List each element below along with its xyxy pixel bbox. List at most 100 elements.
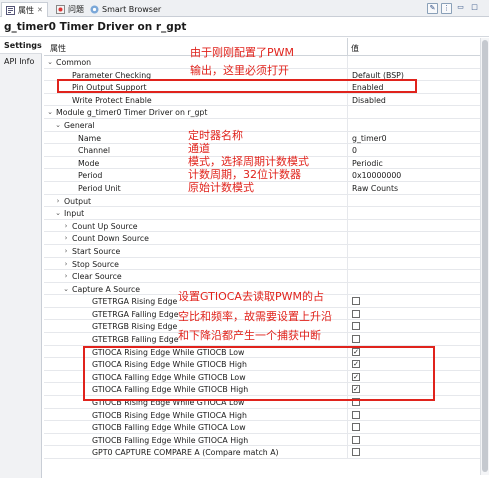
close-icon[interactable]: ✕ bbox=[37, 6, 43, 14]
cell-divider bbox=[347, 181, 348, 194]
cell-divider bbox=[347, 169, 348, 181]
annotation-pwm-line2: 输出，这里必须打开 bbox=[190, 64, 289, 77]
cell-divider bbox=[347, 421, 348, 433]
side-tab-list: Settings API Info bbox=[0, 38, 42, 478]
property-row[interactable]: › Count Up Source bbox=[44, 219, 480, 233]
property-label: Count Up Source bbox=[72, 221, 138, 231]
property-row[interactable]: ⌄ Input bbox=[44, 207, 480, 220]
checkbox[interactable] bbox=[352, 297, 360, 306]
property-row[interactable]: Write Protect Enable Disabled bbox=[44, 93, 480, 107]
expand-right-icon[interactable]: › bbox=[62, 271, 70, 282]
property-row[interactable]: GTIOCB Falling Edge While GTIOCA High bbox=[44, 433, 480, 447]
column-header-property[interactable]: 属性 bbox=[50, 43, 66, 54]
property-value[interactable]: Disabled bbox=[352, 95, 386, 106]
cell-divider bbox=[347, 56, 348, 68]
property-label: Channel bbox=[78, 146, 111, 156]
cell-divider bbox=[347, 106, 348, 118]
properties-title: g_timer0 Timer Driver on r_gpt bbox=[0, 17, 489, 37]
expand-down-icon[interactable]: ⌄ bbox=[54, 208, 62, 219]
property-value[interactable]: Raw Counts bbox=[352, 183, 398, 194]
property-value[interactable]: 0 bbox=[352, 145, 357, 156]
property-row[interactable]: ⌄ General bbox=[44, 118, 480, 132]
expand-down-icon[interactable]: ⌄ bbox=[46, 107, 54, 118]
annotation-capture-line3: 和下降沿都产生一个捕获中断 bbox=[178, 329, 321, 342]
cell-divider bbox=[347, 307, 348, 320]
property-label: GTETRGA Falling Edge bbox=[92, 309, 179, 319]
maximize-icon[interactable]: □ bbox=[469, 3, 480, 14]
property-row[interactable]: › Count Down Source bbox=[44, 232, 480, 245]
property-label: Stop Source bbox=[72, 259, 119, 269]
property-label: GTETRGB Falling Edge bbox=[92, 335, 179, 345]
expand-right-icon[interactable]: › bbox=[54, 196, 62, 207]
property-row[interactable]: GTIOCB Rising Edge While GTIOCA High bbox=[44, 408, 480, 422]
property-value[interactable]: g_timer0 bbox=[352, 133, 387, 144]
annotation-capture-line1: 设置GTIOCA去读取PWM的占 bbox=[178, 290, 324, 303]
tab-smart-browser[interactable]: Smart Browser bbox=[86, 2, 165, 16]
property-row[interactable]: › Start Source bbox=[44, 244, 480, 258]
property-label: General bbox=[64, 120, 95, 130]
side-tab-api-info[interactable]: API Info bbox=[0, 54, 41, 70]
property-row[interactable]: › Output bbox=[44, 194, 480, 208]
checkbox[interactable] bbox=[352, 435, 360, 444]
side-tab-settings[interactable]: Settings bbox=[0, 38, 42, 54]
expand-right-icon[interactable]: › bbox=[62, 221, 70, 232]
tab-properties-label: 属性 bbox=[18, 5, 34, 15]
expand-right-icon[interactable]: › bbox=[62, 246, 70, 257]
cell-divider bbox=[347, 131, 348, 144]
cell-divider bbox=[347, 270, 348, 282]
property-row[interactable]: › Clear Source bbox=[44, 270, 480, 283]
property-row[interactable]: Period Unit Raw Counts bbox=[44, 181, 480, 195]
cell-divider bbox=[347, 333, 348, 345]
property-label: Period bbox=[78, 171, 103, 181]
expand-down-icon[interactable]: ⌄ bbox=[62, 284, 70, 295]
property-label: Mode bbox=[78, 158, 100, 168]
column-header-value[interactable]: 值 bbox=[351, 43, 359, 54]
property-label: GTIOCB Rising Edge While GTIOCA High bbox=[92, 410, 247, 420]
cell-divider bbox=[347, 144, 348, 156]
property-row[interactable]: › Stop Source bbox=[44, 257, 480, 271]
minimize-icon[interactable]: ▭ bbox=[455, 3, 466, 14]
highlight-gtioca-edges bbox=[83, 346, 435, 401]
cell-divider bbox=[347, 219, 348, 232]
view-menu-icon[interactable]: ⋮ bbox=[441, 3, 452, 14]
checkbox[interactable] bbox=[352, 423, 360, 432]
expand-down-icon[interactable]: ⌄ bbox=[54, 120, 62, 131]
smart-browser-icon bbox=[90, 5, 99, 14]
checkbox[interactable] bbox=[352, 410, 360, 419]
checkbox[interactable] bbox=[352, 448, 360, 457]
problems-icon bbox=[56, 4, 65, 14]
property-row[interactable]: Name g_timer0 bbox=[44, 131, 480, 145]
tab-problems[interactable]: 问题 bbox=[52, 2, 88, 16]
cell-divider bbox=[347, 282, 348, 295]
expand-down-icon[interactable]: ⌄ bbox=[46, 57, 54, 68]
highlight-pin-output bbox=[57, 79, 417, 93]
checkbox[interactable] bbox=[352, 322, 360, 331]
tab-problems-label: 问题 bbox=[68, 4, 84, 14]
property-label: GTETRGB Rising Edge bbox=[92, 322, 178, 332]
property-label: Name bbox=[78, 133, 102, 143]
expand-right-icon[interactable]: › bbox=[62, 233, 70, 244]
pin-view-icon[interactable]: ✎ bbox=[427, 3, 438, 14]
cell-divider bbox=[347, 156, 348, 169]
expand-right-icon[interactable]: › bbox=[62, 259, 70, 270]
column-divider[interactable] bbox=[347, 38, 348, 56]
property-label: Period Unit bbox=[78, 183, 121, 193]
annotation-channel: 通道 bbox=[188, 142, 210, 155]
property-grid: 属性 值 ⌄ Common Parameter Checking Default (B… bbox=[44, 38, 480, 475]
property-row[interactable]: ⌄ Module g_timer0 Timer Driver on r_gpt bbox=[44, 106, 480, 119]
property-label: Input bbox=[64, 209, 85, 219]
property-row[interactable]: GPT0 CAPTURE COMPARE A (Compare match A) bbox=[44, 446, 480, 459]
property-value[interactable]: 0x10000000 bbox=[352, 170, 401, 181]
annotation-period-unit: 原始计数模式 bbox=[188, 181, 254, 194]
property-label: Count Down Source bbox=[72, 234, 149, 244]
vertical-scrollbar[interactable] bbox=[480, 38, 489, 475]
property-value[interactable]: Periodic bbox=[352, 158, 383, 169]
checkbox[interactable] bbox=[352, 335, 360, 344]
tab-properties[interactable]: 属性 ✕ bbox=[1, 2, 48, 17]
property-row[interactable]: GTIOCB Falling Edge While GTIOCA Low bbox=[44, 421, 480, 434]
checkbox[interactable] bbox=[352, 309, 360, 318]
scrollbar-thumb[interactable] bbox=[482, 40, 488, 472]
cell-divider bbox=[347, 118, 348, 131]
property-label: Capture A Source bbox=[72, 284, 141, 294]
cell-divider bbox=[347, 446, 348, 458]
